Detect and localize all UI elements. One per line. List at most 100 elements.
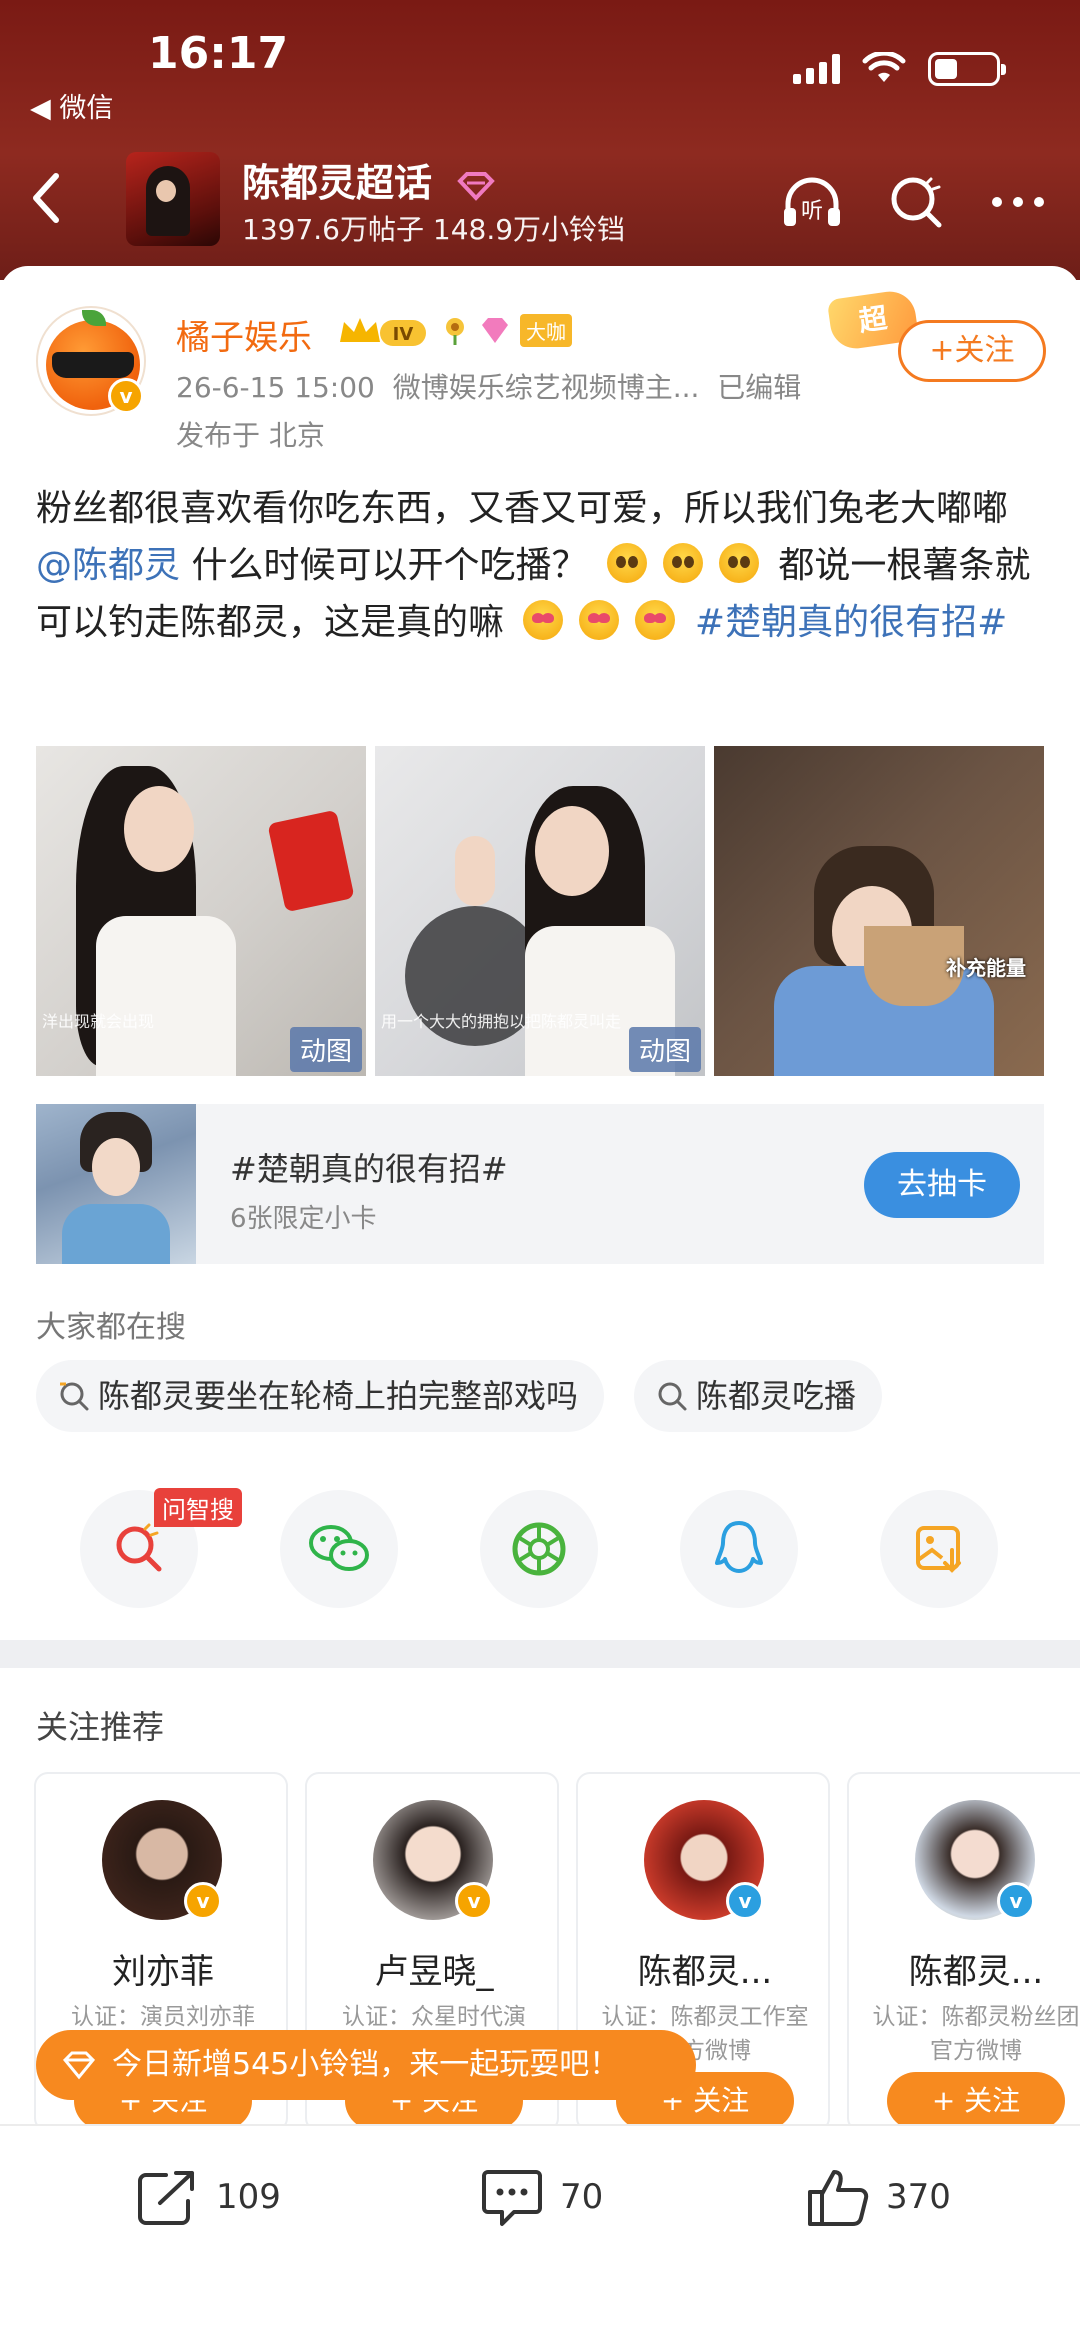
gif-tag: 动图 [628,1027,701,1072]
image-3-caption: 补充能量 [946,956,1026,980]
comment-icon [482,2170,542,2226]
recommend-desc: 认证：众星时代演 [342,2004,526,2030]
headphones-icon: 听 [784,177,840,226]
hot-search-icon [60,1382,89,1411]
back-button[interactable] [26,168,82,234]
post-image-1[interactable]: 洋出现就会出现 动图 [36,746,366,1076]
search-chip-2[interactable]: 陈都灵吃播 [634,1360,883,1432]
bell-toast[interactable]: 今日新增545小铃铛，来一起玩耍吧！ [36,2030,696,2100]
follow-button[interactable]: +关注 [898,320,1046,382]
smiling-hearts-icon [523,600,564,640]
post-text-2: 什么时候可以开个吃播？ [191,545,588,586]
pleading-face-icon [662,543,703,583]
promo-subtitle: 6张限定小卡 [230,1204,377,1234]
post-edited: 已编辑 [717,371,802,404]
diamond-badge-icon [457,171,496,201]
moments-icon [512,1522,566,1576]
verified-badge-icon: v [455,1882,493,1920]
promo-title: #楚朝真的很有招# [230,1150,508,1188]
hashtag-link[interactable]: #楚朝真的很有招# [695,602,1007,643]
search-ai-icon [116,1523,162,1572]
topic-title[interactable]: 陈都灵超话 [242,152,496,207]
topic-post-count: 1397.6万帖子 [242,213,424,246]
promo-image [36,1104,196,1264]
comment-count: 70 [560,2177,604,2217]
image-1-caption: 洋出现就会出现 [42,1012,155,1031]
diamond-level-icon [482,317,508,343]
ai-search-badge: 问智搜 [154,1488,242,1527]
search-chip-1[interactable]: 陈都灵要坐在轮椅上拍完整部戏吗 [36,1360,605,1432]
recommend-name[interactable]: 陈都灵... [849,1944,1080,1993]
status-icons [793,52,1006,86]
comment-button[interactable]: 70 [480,2162,603,2232]
svg-text:IV: IV [393,324,414,345]
pleading-face-icon [718,543,759,583]
share-qq[interactable] [680,1490,798,1608]
gif-tag: 动图 [289,1027,362,1072]
listen-button[interactable]: 听 [780,170,844,234]
smiling-hearts-icon [635,600,676,640]
post-location: 发布于 北京 [176,419,325,452]
toast-text: 今日新增545小铃铛，来一起玩耍吧！ [112,2047,620,2082]
wechat-icon [309,1525,369,1571]
post-meta: 26-6-15 15:00 微博娱乐综艺视频博主... 已编辑 [176,366,801,406]
share-moments[interactable] [480,1490,598,1608]
post-date: 26-6-15 15:00 [176,371,375,404]
member-crown-icon: IV [340,318,426,346]
recommend-heading: 关注推荐 [36,1708,165,1746]
post-text-1: 粉丝都很喜欢看你吃东西，又香又可爱，所以我们兔老大嘟嘟 [36,488,1009,529]
recommend-name[interactable]: 刘亦菲 [36,1944,286,1993]
verified-badge-icon: v [184,1882,222,1920]
repost-count: 109 [216,2177,281,2217]
image-2-caption: 用一个大大的拥抱以把陈都灵叫走 [381,1012,622,1031]
draw-card-button[interactable]: 去抽卡 [864,1152,1020,1218]
post-image-2[interactable]: 用一个大大的拥抱以把陈都灵叫走 动图 [375,746,705,1076]
cellular-signal-icon [793,54,840,84]
recommend-name[interactable]: 陈都灵... [578,1944,828,1993]
diamond-icon [62,2051,96,2080]
thumbs-up-icon [808,2170,869,2226]
recommend-card[interactable]: v 陈都灵... 认证：陈都灵粉丝团官方微博 + 关注 [847,1772,1080,2132]
pleading-face-icon [606,543,647,583]
more-icon [992,197,1044,207]
wifi-icon [862,52,906,82]
more-button[interactable] [986,170,1050,234]
search-button[interactable] [884,170,948,234]
post-image-3[interactable]: 补充能量 [714,746,1044,1076]
verified-badge-icon: v [726,1882,764,1920]
recommend-desc: 认证：陈都灵粉丝团官方微博 [872,2004,1080,2064]
topic-avatar[interactable] [126,152,220,246]
verified-badge-icon: v [108,378,144,414]
back-to-app-link[interactable]: ◀ 微信 [30,86,113,125]
search-icon [891,177,942,228]
battery-icon [928,52,1006,86]
section-divider [0,1640,1080,1668]
repost-button[interactable]: 109 [136,2162,281,2232]
flower-badge-icon [446,317,464,345]
qq-icon [715,1521,763,1573]
topic-title-text: 陈都灵超话 [242,161,433,205]
card-draw-promo[interactable]: #楚朝真的很有招# 6张限定小卡 去抽卡 [36,1104,1044,1264]
smiling-hearts-icon [579,600,620,640]
repost-icon [138,2171,194,2225]
recommend-name[interactable]: 卢昱晓_ [307,1944,557,1993]
recommend-follow-button[interactable]: + 关注 [887,2072,1065,2130]
like-button[interactable]: 370 [806,2162,951,2232]
share-save-image[interactable] [880,1490,998,1608]
save-image-icon [916,1526,961,1573]
status-time: 16:17 [148,28,289,79]
svg-text:听: 听 [801,199,823,224]
post-action-bar: 109 70 370 [0,2124,1080,2341]
topic-stats: 1397.6万帖子 148.9万小铃铛 [242,208,625,248]
search-icon [658,1382,687,1411]
verified-badge-icon: v [997,1882,1035,1920]
mention-link[interactable]: @陈都灵 [36,545,180,586]
vip-badge: 大咖 [520,314,572,347]
topic-follower-count: 148.9万小铃铛 [432,213,626,246]
recommend-desc: 认证：演员刘亦菲 [71,2004,255,2030]
share-wechat[interactable] [280,1490,398,1608]
author-name[interactable]: 橘子娱乐 [176,310,312,359]
search-chip-1-text: 陈都灵要坐在轮椅上拍完整部戏吗 [98,1377,579,1415]
like-count: 370 [886,2177,951,2217]
user-badges: 大咖 [440,314,572,347]
